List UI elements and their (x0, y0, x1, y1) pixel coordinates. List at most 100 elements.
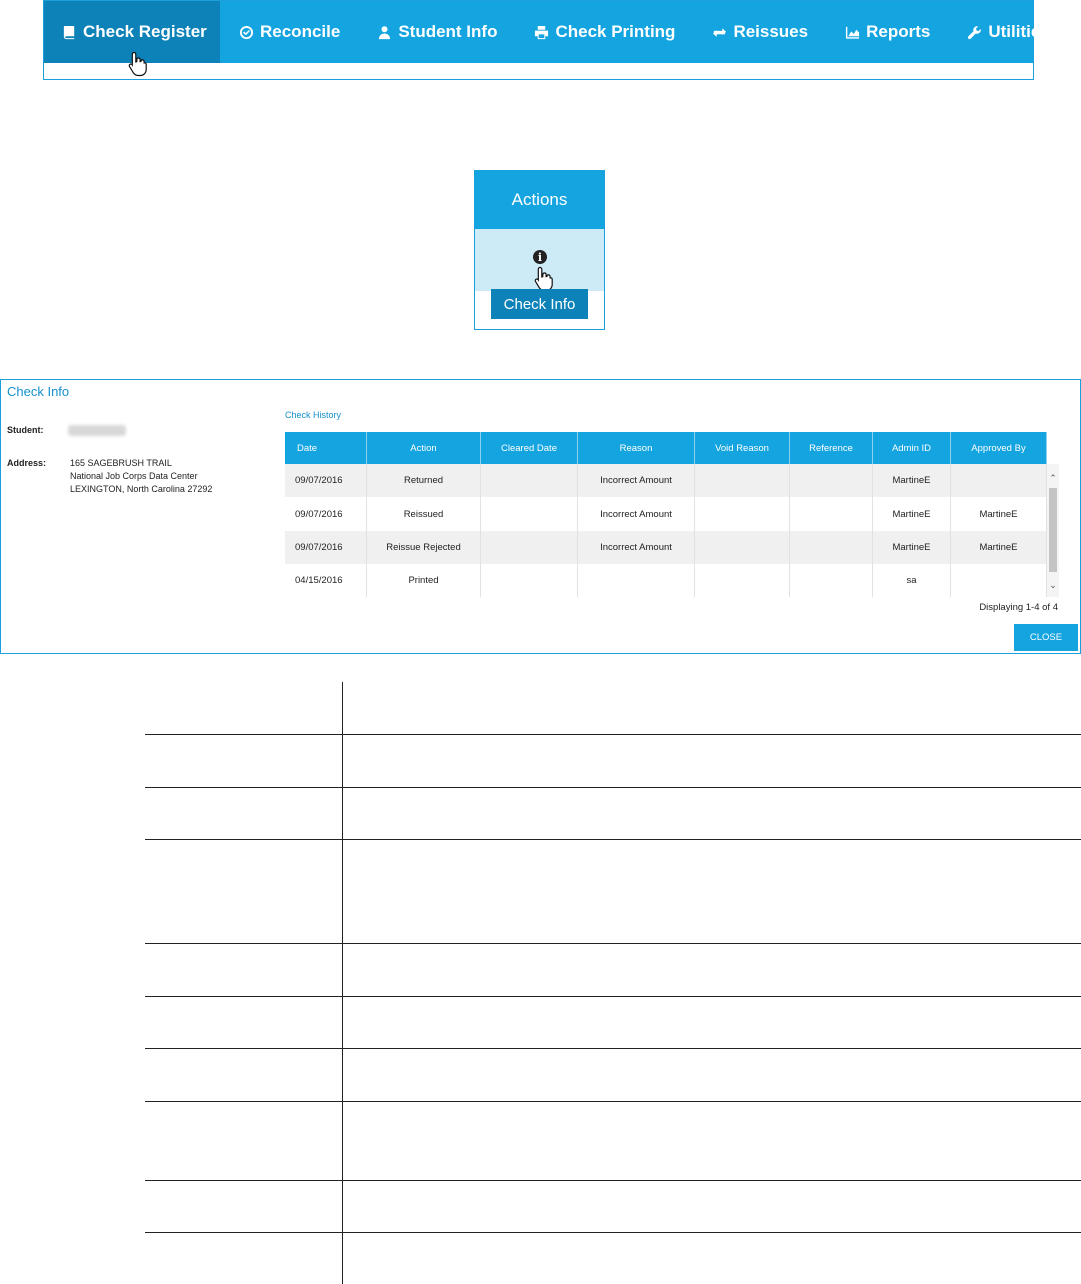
cell-action: Reissued (367, 497, 481, 531)
check-circle-icon (238, 24, 254, 40)
refresh-icon (711, 24, 727, 40)
column-header-cleared-date[interactable]: Cleared Date (481, 432, 578, 464)
cell-admin-id: MartineE (873, 530, 951, 565)
cell-reason (578, 564, 695, 597)
row-divider (145, 943, 1081, 944)
row-divider (145, 996, 1081, 997)
cell-approved-by (951, 564, 1047, 597)
column-header-admin-id[interactable]: Admin ID (873, 432, 951, 464)
scroll-thumb[interactable] (1049, 488, 1057, 572)
user-icon (376, 24, 392, 40)
nav-label: Check Printing (555, 22, 676, 41)
row-divider (145, 1048, 1081, 1049)
nav-bar: Check Register Reconcile Student Info Ch… (44, 1, 1050, 77)
cell-reason: Incorrect Amount (578, 497, 695, 531)
scroll-up-icon[interactable]: ⌃ (1047, 472, 1059, 484)
cell-reference (790, 464, 873, 498)
dialog-title: Check Info (7, 384, 70, 399)
cell-reason: Incorrect Amount (578, 464, 695, 498)
nav-item-student-info[interactable]: Student Info (358, 1, 515, 63)
nav-label: Student Info (398, 22, 498, 41)
check-info-dialog: Check Info Student: Address: 165 SAGEBRU… (0, 379, 1081, 654)
cell-date: 09/07/2016 (285, 464, 367, 498)
column-header-date[interactable]: Date (285, 432, 367, 464)
nav-item-utilities[interactable]: Utilities (948, 1, 1067, 63)
wrench-icon (966, 24, 982, 40)
grid-header: Date Action Cleared Date Reason Void Rea… (285, 432, 1047, 464)
cell-void-reason (695, 497, 790, 531)
cell-action: Printed (367, 564, 481, 597)
address-line-1: 165 SAGEBRUSH TRAIL (70, 458, 172, 468)
table-row[interactable]: 09/07/2016 Returned Incorrect Amount Mar… (285, 464, 1047, 498)
column-divider (342, 682, 343, 1284)
main-nav: Check Register Reconcile Student Info Ch… (43, 0, 1050, 80)
row-divider (145, 1180, 1081, 1181)
row-divider (145, 734, 1081, 735)
grid-body: 09/07/2016 Returned Incorrect Amount Mar… (285, 464, 1059, 597)
column-header-reference[interactable]: Reference (790, 432, 873, 464)
grid-scrollbar[interactable]: ⌃ ⌄ (1047, 464, 1059, 597)
nav-item-reissues[interactable]: Reissues (693, 1, 826, 63)
close-button[interactable]: CLOSE (1014, 624, 1078, 651)
cell-date: 09/07/2016 (285, 530, 367, 565)
table-row[interactable]: 04/15/2016 Printed sa (285, 564, 1047, 597)
address-line-2: National Job Corps Data Center (70, 471, 198, 481)
address-value: 165 SAGEBRUSH TRAIL National Job Corps D… (70, 457, 212, 496)
nav-label: Check Register (83, 22, 207, 41)
cell-reference (790, 497, 873, 531)
cell-void-reason (695, 530, 790, 565)
nav-label: Utilities (988, 22, 1050, 41)
nav-label: Reports (866, 22, 931, 41)
actions-column: Actions i Check Info (474, 170, 605, 330)
address-line-3: LEXINGTON, North Carolina 27292 (70, 484, 213, 494)
cell-reason: Incorrect Amount (578, 530, 695, 565)
row-divider (145, 1232, 1081, 1233)
column-header-approved-by[interactable]: Approved By (951, 432, 1047, 464)
cell-reference (790, 564, 873, 597)
cell-void-reason (695, 564, 790, 597)
cell-date: 04/15/2016 (285, 564, 367, 597)
check-history-title: Check History (285, 410, 342, 420)
row-divider (145, 1101, 1081, 1102)
nav-item-check-register[interactable]: Check Register (44, 1, 220, 77)
student-label: Student: (7, 425, 44, 435)
nav-item-check-printing[interactable]: Check Printing (515, 1, 693, 63)
cell-action: Returned (367, 464, 481, 498)
check-history-grid: Date Action Cleared Date Reason Void Rea… (285, 432, 1059, 597)
cell-cleared-date (481, 497, 578, 531)
row-divider (145, 787, 1081, 788)
column-header-reason[interactable]: Reason (578, 432, 695, 464)
check-info-tooltip: Check Info (491, 289, 588, 319)
cell-approved-by (951, 464, 1047, 498)
column-header-void-reason[interactable]: Void Reason (695, 432, 790, 464)
cell-cleared-date (481, 530, 578, 565)
nav-item-reconcile[interactable]: Reconcile (220, 1, 358, 63)
address-label: Address: (7, 458, 47, 468)
paging-status: Displaying 1-4 of 4 (979, 602, 1058, 613)
hand-cursor-icon (127, 51, 149, 77)
info-icon[interactable]: i (533, 250, 547, 264)
cell-approved-by: MartineE (951, 497, 1047, 531)
book-icon (62, 24, 77, 40)
scroll-down-icon[interactable]: ⌄ (1047, 579, 1059, 591)
cell-void-reason (695, 464, 790, 498)
cell-admin-id: MartineE (873, 464, 951, 498)
cell-date: 09/07/2016 (285, 497, 367, 531)
nav-item-reports[interactable]: Reports (826, 1, 948, 63)
row-divider (145, 839, 1081, 840)
table-row[interactable]: 09/07/2016 Reissue Rejected Incorrect Am… (285, 530, 1047, 565)
cell-reference (790, 530, 873, 565)
area-chart-icon (844, 24, 860, 40)
nav-label: Reconcile (260, 22, 341, 41)
cell-admin-id: MartineE (873, 497, 951, 531)
cell-action: Reissue Rejected (367, 530, 481, 565)
cell-cleared-date (481, 564, 578, 597)
column-header-action[interactable]: Action (367, 432, 481, 464)
actions-cell: i (475, 229, 604, 292)
cell-approved-by: MartineE (951, 530, 1047, 565)
printer-icon (533, 24, 549, 40)
table-row[interactable]: 09/07/2016 Reissued Incorrect Amount Mar… (285, 497, 1047, 531)
student-name-redacted (68, 425, 126, 436)
cell-cleared-date (481, 464, 578, 498)
nav-label: Reissues (733, 22, 809, 41)
